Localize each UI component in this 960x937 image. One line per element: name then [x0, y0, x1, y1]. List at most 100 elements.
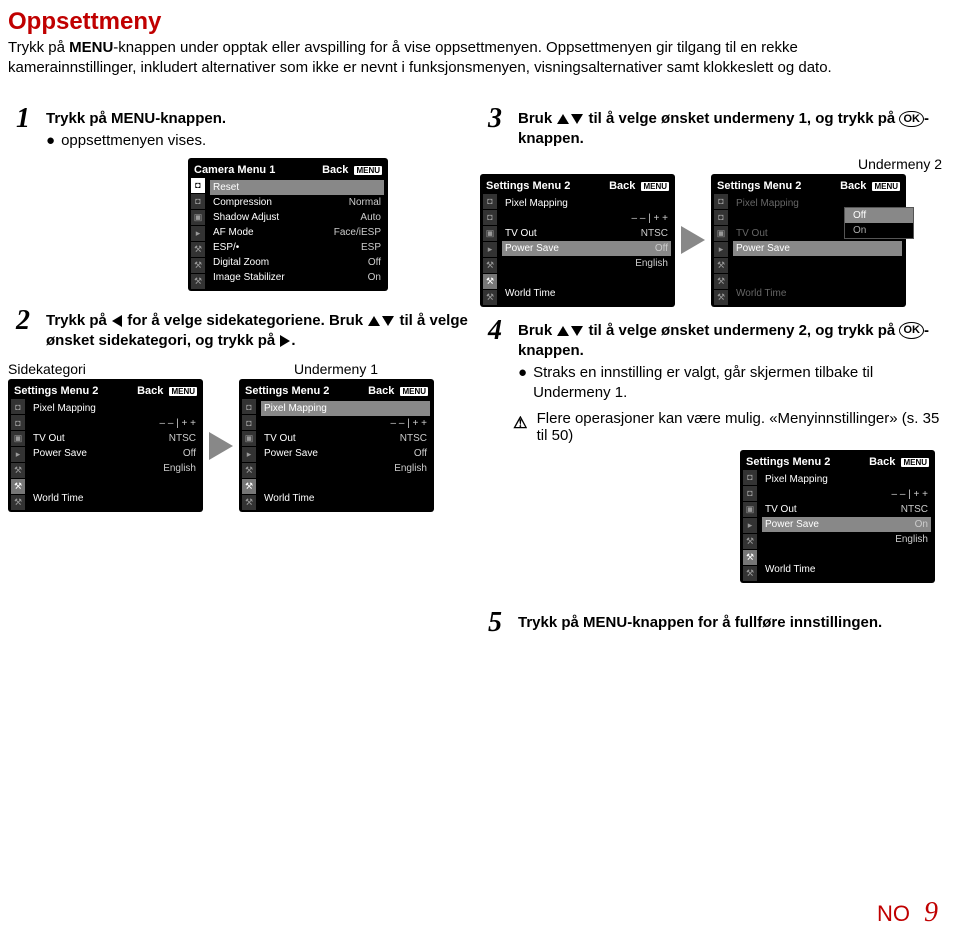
- down-arrow-icon: [571, 114, 583, 124]
- tab-icon: ⚒: [714, 274, 728, 289]
- back-label: Back: [322, 164, 348, 176]
- caution-icon: ⚠: [510, 412, 531, 434]
- screen-title: Settings Menu 2: [486, 180, 570, 192]
- row-l: Reset: [213, 182, 239, 193]
- back-label: Back: [840, 180, 866, 192]
- bullet-dot: ●: [46, 131, 55, 151]
- screen-settings-popup: Settings Menu 2 Back MENU ◘ ◘ ▣ ▸ ⚒ ⚒ ⚒ …: [711, 174, 906, 307]
- tab-icon: ◘: [242, 415, 256, 430]
- step-1-bullet-text: oppsettmenyen vises.: [61, 131, 206, 151]
- down-arrow-icon: [382, 316, 394, 326]
- row-r: Off: [368, 257, 381, 268]
- footer-page-number: 9: [924, 897, 938, 929]
- tab-icon: ⚒: [743, 534, 757, 549]
- step-1-text-a: Trykk på: [46, 110, 111, 127]
- tab-icon: ◘: [11, 399, 25, 414]
- row-l: ESP/•: [213, 242, 239, 253]
- row-l: World Time: [264, 493, 314, 504]
- menu-tag: MENU: [901, 458, 929, 467]
- tab-icon: ⚒: [242, 479, 256, 494]
- row-l: TV Out: [505, 228, 537, 239]
- row-r: Off: [414, 448, 427, 459]
- step-1-number: 1: [8, 105, 38, 133]
- row-l: World Time: [765, 564, 815, 575]
- tab-icon: ⚒: [11, 479, 25, 494]
- row-r: English: [394, 463, 427, 474]
- tab-icon: ◘: [191, 178, 205, 193]
- row-r: – – | + +: [159, 418, 196, 429]
- tab-column: ◘ ◘ ▣ ▸ ⚒ ⚒ ⚒: [483, 194, 497, 306]
- row-l: Pixel Mapping: [505, 198, 568, 209]
- tab-icon: ⚒: [11, 463, 25, 478]
- tab-icon: ▣: [242, 431, 256, 446]
- menu-tag: MENU: [872, 182, 900, 191]
- ok-button-icon: OK: [899, 322, 924, 339]
- tab-icon: ⚒: [483, 290, 497, 305]
- row-l: Power Save: [33, 448, 87, 459]
- back-label: Back: [137, 385, 163, 397]
- screen-title: Camera Menu 1: [194, 164, 275, 176]
- row-l: TV Out: [736, 228, 768, 239]
- step-5-text-b: -knappen for å fullføre innstillingen.: [627, 614, 882, 631]
- row-r: NTSC: [901, 504, 928, 515]
- right-arrow-icon: [203, 432, 239, 460]
- tab-icon: ▸: [191, 226, 205, 241]
- row-l: AF Mode: [213, 227, 254, 238]
- row-l: Power Save: [264, 448, 318, 459]
- row-l: Power Save: [736, 243, 790, 254]
- step-4-body: Bruk til å velge ønsket undermeny 2, og …: [518, 317, 952, 404]
- up-arrow-icon: [557, 326, 569, 336]
- back-label: Back: [609, 180, 635, 192]
- tab-icon: ⚒: [11, 495, 25, 510]
- row-r: On: [915, 519, 928, 530]
- tab-icon: ◘: [483, 210, 497, 225]
- tab-icon: ⚒: [191, 274, 205, 289]
- row-r: Off: [183, 448, 196, 459]
- screen-settings-final: Settings Menu 2 Back MENU ◘ ◘ ▣ ▸ ⚒ ⚒ ⚒ …: [740, 450, 935, 583]
- step-4-bullet-text: Straks en innstilling er valgt, går skje…: [533, 363, 952, 404]
- tab-column: ◘ ◘ ▣ ▸ ⚒ ⚒ ⚒: [743, 470, 757, 582]
- popup-on: On: [845, 223, 913, 238]
- row-l: World Time: [505, 288, 555, 299]
- row-r: Normal: [349, 197, 381, 208]
- tab-icon: ▣: [714, 226, 728, 241]
- screen-camera-menu-1: Camera Menu 1 Back MENU ◘ ◘ ▣ ▸ ⚒ ⚒ ⚒ Re…: [188, 158, 388, 291]
- left-arrow-icon: [112, 315, 122, 327]
- right-arrow-icon: [280, 335, 290, 347]
- row-l: Compression: [213, 197, 272, 208]
- tab-icon: ◘: [11, 415, 25, 430]
- intro-part2: -knappen under opptak eller avspilling f…: [8, 39, 832, 76]
- row-r: English: [895, 534, 928, 545]
- tab-icon: ▣: [191, 210, 205, 225]
- tab-icon: ⚒: [191, 258, 205, 273]
- row-l: TV Out: [264, 433, 296, 444]
- menu-tag: MENU: [354, 166, 382, 175]
- screen-settings-powersave: Settings Menu 2 Back MENU ◘ ◘ ▣ ▸ ⚒ ⚒ ⚒ …: [480, 174, 675, 307]
- menu-tag: MENU: [169, 387, 197, 396]
- row-l: World Time: [736, 288, 786, 299]
- tab-icon: ▣: [483, 226, 497, 241]
- row-l: Pixel Mapping: [765, 474, 828, 485]
- row-l: Power Save: [505, 243, 559, 254]
- tab-icon: ⚒: [242, 463, 256, 478]
- intro-text: Trykk på MENU-knappen under opptak eller…: [8, 38, 930, 77]
- step-4-bullet: ● Straks en innstilling er valgt, går sk…: [518, 363, 952, 404]
- row-r: Auto: [360, 212, 381, 223]
- row-r: NTSC: [169, 433, 196, 444]
- step-1-text-b: -knappen.: [155, 110, 226, 127]
- bullet-dot: ●: [518, 363, 527, 404]
- row-r: Face/iESP: [334, 227, 381, 238]
- popup-off: Off: [845, 208, 913, 223]
- row-r: NTSC: [641, 228, 668, 239]
- tab-icon: ⚒: [743, 566, 757, 581]
- row-r: On: [368, 272, 381, 283]
- label-sidekategori: Sidekategori: [8, 361, 86, 377]
- row-l: Pixel Mapping: [264, 403, 327, 414]
- screen-settings-submenu1: Settings Menu 2 Back MENU ◘ ◘ ▣ ▸ ⚒ ⚒ ⚒ …: [239, 379, 434, 512]
- intro-menu-word: MENU: [69, 39, 113, 56]
- step-3-number: 3: [480, 105, 510, 133]
- step-1-menu: MENU: [111, 110, 155, 127]
- step-5: 5 Trykk på MENU-knappen for å fullføre i…: [480, 609, 952, 637]
- up-arrow-icon: [368, 316, 380, 326]
- step-1: 1 Trykk på MENU-knappen. ● oppsettmenyen…: [8, 105, 468, 152]
